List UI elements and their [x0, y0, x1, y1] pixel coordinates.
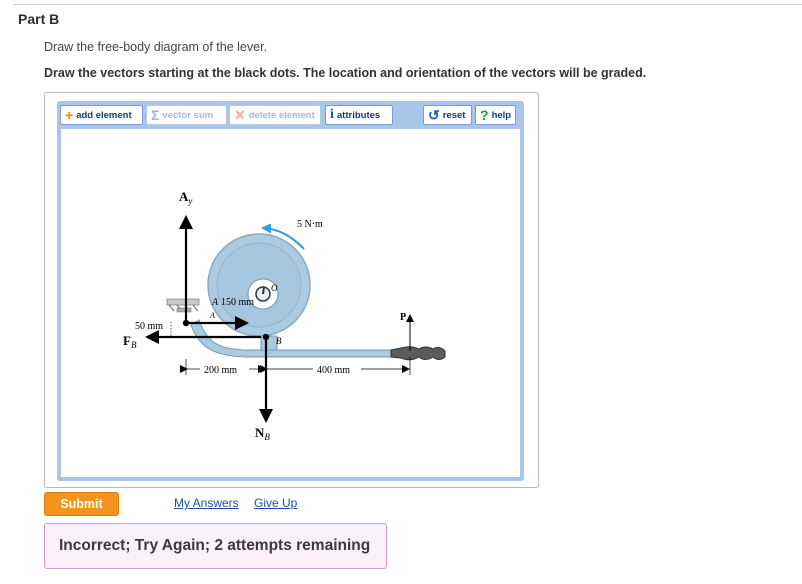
a-label-top: A: [211, 297, 219, 308]
reset-button[interactable]: ↺ reset: [423, 105, 472, 125]
vector-sum-button[interactable]: Σ vector sum: [146, 105, 227, 125]
reset-icon: ↺: [428, 107, 440, 123]
instruction-bold-text: Draw the vectors starting at the black d…: [44, 66, 647, 80]
my-answers-link[interactable]: My Answers: [174, 496, 239, 510]
b-label: B: [276, 336, 282, 346]
add-element-button[interactable]: + add element: [60, 105, 143, 125]
drawing-canvas[interactable]: Ay FB NB 5 N·m O A 150 mm A 50 mm B P 20…: [61, 129, 520, 477]
moment-label: 5 N·m: [297, 219, 323, 230]
anchor-dot-a[interactable]: [182, 319, 190, 327]
instruction-text: Draw the free-body diagram of the lever.: [44, 40, 268, 54]
give-up-link[interactable]: Give Up: [254, 496, 297, 510]
a-label-bottom: A: [209, 311, 215, 320]
nb-label: NB: [255, 425, 270, 442]
delete-x-icon: ✕: [234, 107, 246, 123]
help-icon: ?: [480, 107, 489, 123]
delete-element-button[interactable]: ✕ delete element: [229, 105, 321, 125]
ay-label: Ay: [179, 189, 192, 206]
fbd-applet: + add element Σ vector sum ✕ delete elem…: [44, 92, 539, 488]
part-title: Part B: [18, 11, 60, 27]
dim-50-label: 50 mm: [135, 321, 163, 332]
feedback-text: Incorrect; Try Again; 2 attempts remaini…: [59, 537, 371, 554]
submit-button[interactable]: Submit: [44, 492, 119, 516]
feedback-message: Incorrect; Try Again; 2 attempts remaini…: [44, 523, 387, 569]
dim-200-label: 200 mm: [204, 365, 237, 376]
top-divider: [14, 4, 802, 5]
info-icon: i: [330, 107, 334, 122]
dim-150-label: 150 mm: [221, 297, 254, 308]
o-label: O: [271, 283, 278, 293]
dim-400-label: 400 mm: [317, 365, 350, 376]
applet-frame: + add element Σ vector sum ✕ delete elem…: [57, 101, 524, 481]
anchor-dot-b[interactable]: [262, 333, 270, 341]
sigma-icon: Σ: [151, 107, 160, 123]
pin-support: [166, 298, 200, 313]
fb-label: FB: [123, 333, 137, 350]
p-label: P: [400, 312, 406, 323]
lever-diagram[interactable]: Ay FB NB 5 N·m O A 150 mm A 50 mm B P 20…: [61, 129, 520, 477]
help-button[interactable]: ? help: [475, 105, 516, 125]
attributes-button[interactable]: i attributes: [325, 105, 393, 125]
plus-icon: +: [65, 107, 74, 123]
drum: [207, 233, 311, 337]
